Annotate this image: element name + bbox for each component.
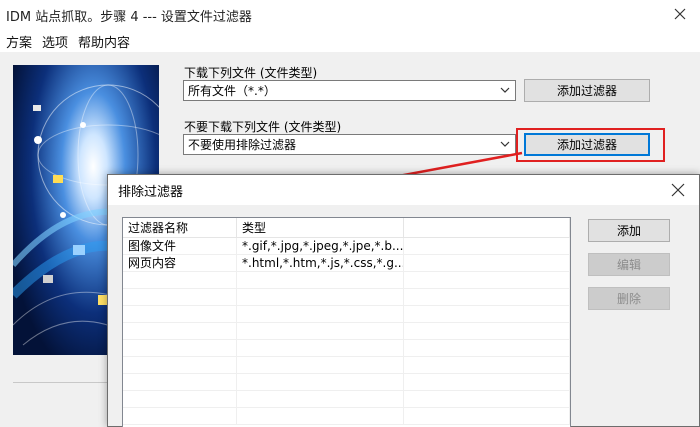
filter-types: *.gif,*.jpg,*.jpeg,*.jpe,*.b... (237, 238, 404, 255)
empty-row (123, 357, 570, 374)
empty-row (123, 408, 570, 425)
menu-item-scheme[interactable]: 方案 (6, 32, 32, 51)
empty-row (123, 272, 570, 289)
window-title: IDM 站点抓取。步骤 4 --- 设置文件过滤器 (6, 9, 252, 25)
highlight-box (516, 128, 665, 162)
empty-row (123, 374, 570, 391)
column-header-empty (404, 218, 570, 238)
list-item[interactable]: 网页内容 *.html,*.htm,*.js,*.css,*.g... (123, 255, 570, 272)
chevron-down-icon (500, 87, 510, 93)
exclude-filter-dialog: 排除过滤器 过滤器名称 类型 图像文件 *.gif,*.jpg,*.jpeg,*… (107, 174, 700, 427)
menu-bar: 方案 选项 帮助内容 (0, 30, 700, 52)
filter-types: *.html,*.htm,*.js,*.css,*.g... (237, 255, 404, 272)
edit-button[interactable]: 编辑 (588, 253, 670, 276)
list-header: 过滤器名称 类型 (123, 218, 570, 238)
menu-item-help[interactable]: 帮助内容 (78, 32, 130, 51)
divider (13, 382, 113, 383)
empty-row (123, 323, 570, 340)
empty-cell (404, 238, 570, 255)
empty-row (123, 340, 570, 357)
menu-item-options[interactable]: 选项 (42, 32, 68, 51)
exclude-type-value: 不要使用排除过滤器 (188, 138, 297, 152)
download-type-select[interactable]: 所有文件（*.*） (183, 80, 516, 101)
filter-name: 网页内容 (123, 255, 237, 272)
download-add-filter-button[interactable]: 添加过滤器 (524, 79, 650, 102)
list-item[interactable]: 图像文件 *.gif,*.jpg,*.jpeg,*.jpe,*.b... (123, 238, 570, 255)
column-header-type[interactable]: 类型 (237, 218, 404, 238)
title-bar: IDM 站点抓取。步骤 4 --- 设置文件过滤器 (0, 0, 700, 30)
delete-button[interactable]: 删除 (588, 287, 670, 310)
dialog-title: 排除过滤器 (118, 184, 184, 200)
filter-list[interactable]: 过滤器名称 类型 图像文件 *.gif,*.jpg,*.jpeg,*.jpe,*… (122, 217, 571, 427)
download-type-value: 所有文件（*.*） (188, 84, 276, 98)
empty-row (123, 289, 570, 306)
column-header-name[interactable]: 过滤器名称 (123, 218, 237, 238)
filter-name: 图像文件 (123, 238, 237, 255)
empty-cell (404, 255, 570, 272)
empty-row (123, 391, 570, 408)
empty-row (123, 306, 570, 323)
add-button[interactable]: 添加 (588, 219, 670, 242)
close-icon[interactable] (672, 6, 688, 22)
download-label: 下载下列文件 (文件类型) (184, 66, 318, 80)
exclude-label: 不要下载下列文件 (文件类型) (184, 120, 342, 134)
close-icon[interactable] (671, 183, 685, 197)
dialog-title-bar: 排除过滤器 (108, 175, 699, 205)
